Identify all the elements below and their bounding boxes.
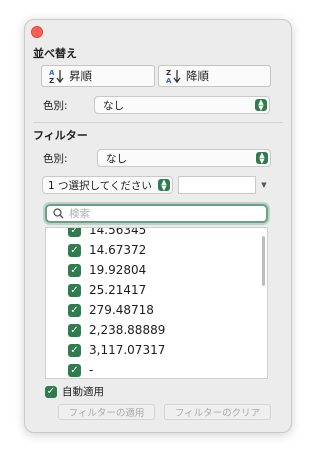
dropdown-arrow-icon[interactable]: ▼ (257, 176, 271, 194)
svg-text:A: A (166, 77, 172, 85)
sort-filter-panel: 並べ替え A Z 昇順 Z A 降順 色別: なし ▲ ▼ フィルター 色別: な… (24, 19, 292, 433)
sort-ascending-label: 昇順 (69, 69, 92, 83)
sort-color-label: 色別: (43, 100, 68, 112)
checkbox[interactable]: ✓ (68, 323, 81, 337)
search-field[interactable]: 検索 (45, 204, 268, 223)
list-item-label: 19.92804 (89, 263, 147, 277)
sort-ascending-icon: A Z (49, 69, 64, 85)
sort-color-value: なし (103, 99, 124, 112)
list-item-label: 25.21417 (89, 283, 147, 297)
list-item[interactable]: ✓ 279.48718 (68, 300, 154, 320)
checkbox[interactable]: ✓ (68, 363, 81, 377)
chevron-updown-icon: ▲ ▼ (158, 179, 170, 192)
svg-text:Z: Z (166, 69, 171, 77)
list-item-label: 2,238.88889 (89, 323, 166, 337)
sort-descending-icon: Z A (166, 69, 181, 85)
list-item[interactable]: ✓ 25.21417 (68, 280, 146, 300)
search-placeholder: 検索 (69, 208, 90, 220)
apply-filter-button[interactable]: フィルターの適用 (58, 404, 155, 420)
checkbox[interactable]: ✓ (68, 283, 81, 297)
filter-color-label: 色別: (43, 153, 68, 165)
auto-apply-row[interactable]: ✓ 自動適用 (45, 384, 104, 399)
filter-value-input[interactable]: ▼ (178, 176, 267, 194)
list-item[interactable]: ✓ 3,117.07317 (68, 340, 165, 360)
list-item-label: 3,117.07317 (89, 343, 166, 357)
list-item-label: - (89, 363, 94, 377)
svg-text:A: A (49, 69, 55, 77)
sort-section-title: 並べ替え (33, 47, 77, 60)
filter-condition-value: 1 つ選択してください (48, 179, 152, 192)
chevron-updown-icon: ▲ ▼ (256, 152, 268, 165)
filter-value-list[interactable]: ✓ 14.56345 ✓ 14.67372 ✓ 19.92804 ✓ 25.21… (45, 227, 268, 379)
filter-condition-select[interactable]: 1 つ選択してください ▲ ▼ (42, 176, 173, 194)
list-item[interactable]: ✓ 2,238.88889 (68, 320, 165, 340)
list-item-label: 14.56345 (89, 227, 147, 237)
filter-section-title: フィルター (33, 129, 88, 142)
list-item-label: 14.67372 (89, 243, 147, 257)
checkbox[interactable]: ✓ (68, 303, 81, 317)
sort-ascending-button[interactable]: A Z 昇順 (41, 65, 155, 87)
filter-color-value: なし (106, 152, 127, 165)
auto-apply-label: 自動適用 (62, 386, 104, 398)
checkbox[interactable]: ✓ (68, 343, 81, 357)
checkbox[interactable]: ✓ (68, 228, 81, 237)
close-button[interactable] (31, 26, 43, 38)
list-item-label: 279.48718 (89, 303, 154, 317)
sort-color-select[interactable]: なし ▲ ▼ (94, 96, 270, 114)
checkbox[interactable]: ✓ (68, 243, 81, 257)
checkbox[interactable]: ✓ (68, 263, 81, 277)
svg-text:Z: Z (49, 77, 54, 85)
list-item[interactable]: ✓ 19.92804 (68, 260, 146, 280)
list-scrollbar[interactable] (262, 236, 265, 286)
sort-descending-label: 降順 (186, 69, 209, 83)
list-item[interactable]: ✓ 14.67372 (68, 240, 146, 260)
chevron-updown-icon: ▲ ▼ (255, 99, 267, 112)
auto-apply-checkbox[interactable]: ✓ (45, 385, 57, 398)
sort-descending-button[interactable]: Z A 降順 (158, 65, 271, 87)
list-item[interactable]: ✓ 14.56345 (68, 227, 147, 240)
section-divider (33, 122, 283, 123)
list-item[interactable]: ✓ - (68, 360, 94, 378)
filter-color-select[interactable]: なし ▲ ▼ (97, 149, 271, 167)
search-icon (53, 208, 64, 219)
clear-filter-button[interactable]: フィルターのクリア (164, 404, 271, 420)
